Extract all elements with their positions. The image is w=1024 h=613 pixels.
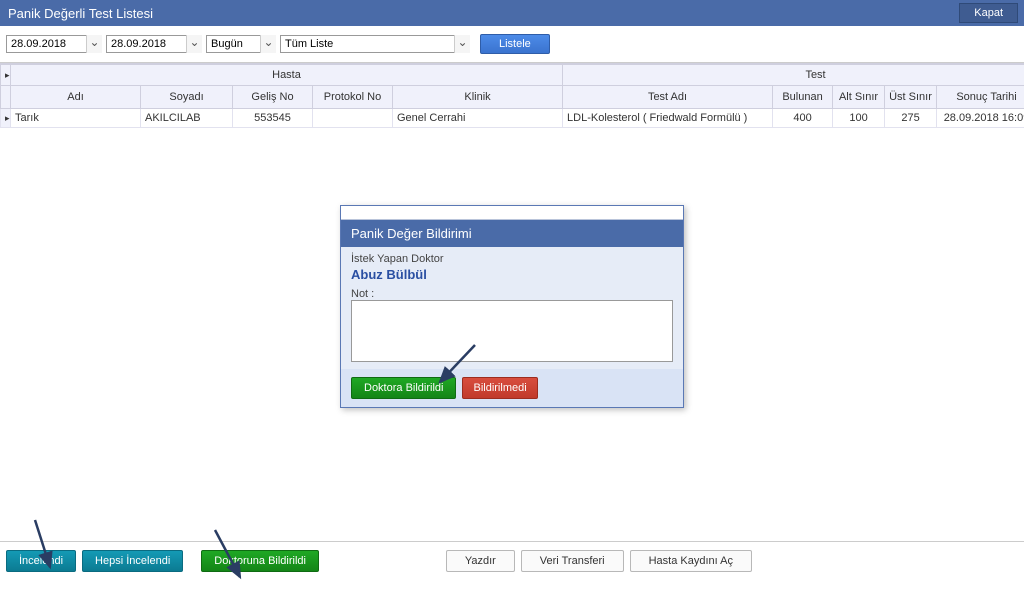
col-adi[interactable]: Adı — [11, 86, 141, 109]
panik-deger-bildirimi-dialog: Panik Değer Bildirimi İstek Yapan Doktor… — [340, 205, 684, 408]
cell-klinik: Genel Cerrahi — [393, 109, 563, 128]
listele-button[interactable]: Listele — [480, 34, 550, 54]
not-label: Not : — [351, 288, 673, 300]
veri-transferi-button[interactable]: Veri Transferi — [521, 550, 624, 572]
dialog-title: Panik Değer Bildirimi — [341, 220, 683, 247]
col-soyadi[interactable]: Soyadı — [141, 86, 233, 109]
incelendi-button[interactable]: İncelendi — [6, 550, 76, 572]
col-gelis-no[interactable]: Geliş No — [233, 86, 313, 109]
cell-alt-sinir: 100 — [833, 109, 885, 128]
col-alt-sinir[interactable]: Alt Sınır — [833, 86, 885, 109]
cell-test-adi: LDL-Kolesterol ( Friedwald Formülü ) — [563, 109, 773, 128]
list-scope-select[interactable] — [280, 35, 470, 53]
bottom-toolbar: İncelendi Hepsi İncelendi Doktoruna Bild… — [0, 541, 1024, 580]
range-select[interactable] — [206, 35, 276, 53]
row-indicator-icon — [1, 109, 11, 128]
close-button[interactable]: Kapat — [959, 3, 1018, 23]
yazdir-button[interactable]: Yazdır — [446, 550, 515, 572]
bildirilmedi-button[interactable]: Bildirilmedi — [462, 377, 537, 399]
dialog-title-blank[interactable] — [341, 206, 683, 220]
doktoruna-bildirildi-button[interactable]: Doktoruna Bildirildi — [201, 550, 319, 572]
cell-ust-sinir: 275 — [885, 109, 937, 128]
cell-sonuc-tarihi: 28.09.2018 16:09 — [937, 109, 1024, 128]
filter-bar: Listele — [0, 26, 1024, 63]
group-header-hasta: Hasta — [11, 65, 563, 86]
col-protokol-no[interactable]: Protokol No — [313, 86, 393, 109]
doctor-name: Abuz Bülbül — [351, 267, 673, 282]
date-from-input[interactable] — [6, 35, 102, 53]
group-header-test: Test — [563, 65, 1024, 86]
col-test-adi[interactable]: Test Adı — [563, 86, 773, 109]
istek-yapan-doktor-label: İstek Yapan Doktor — [351, 253, 673, 265]
col-sonuc-tarihi[interactable]: Sonuç Tarihi — [937, 86, 1024, 109]
cell-soyadi: AKILCILAB — [141, 109, 233, 128]
hepsi-incelendi-button[interactable]: Hepsi İncelendi — [82, 550, 183, 572]
col-bulunan[interactable]: Bulunan — [773, 86, 833, 109]
cell-adi: Tarık — [11, 109, 141, 128]
cell-bulunan: 400 — [773, 109, 833, 128]
doktora-bildirildi-button[interactable]: Doktora Bildirildi — [351, 377, 456, 399]
title-bar: Panik Değerli Test Listesi Kapat — [0, 0, 1024, 26]
cell-gelis-no: 553545 — [233, 109, 313, 128]
table-row[interactable]: Tarık AKILCILAB 553545 Genel Cerrahi LDL… — [1, 109, 1024, 128]
col-klinik[interactable]: Klinik — [393, 86, 563, 109]
window-title: Panik Değerli Test Listesi — [8, 6, 153, 21]
col-ust-sinir[interactable]: Üst Sınır — [885, 86, 937, 109]
hasta-kaydini-ac-button[interactable]: Hasta Kaydını Aç — [630, 550, 752, 572]
date-to-input[interactable] — [106, 35, 202, 53]
cell-protokol-no — [313, 109, 393, 128]
not-textarea[interactable] — [351, 300, 673, 362]
